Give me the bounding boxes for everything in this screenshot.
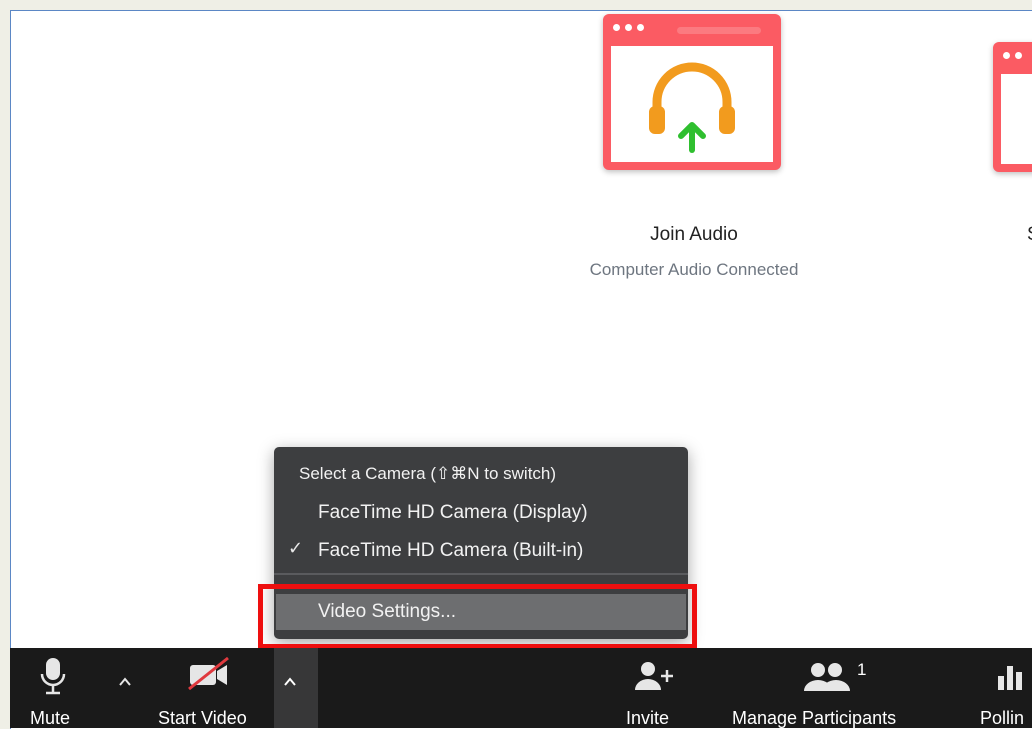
participants-icon (804, 663, 850, 691)
join-audio-title[interactable]: Join Audio (551, 224, 837, 246)
card-inner (1001, 74, 1032, 164)
polling-icon (998, 666, 1022, 690)
window-dots (613, 24, 644, 31)
invite-button[interactable]: Invite (616, 648, 686, 728)
window-dots (1003, 52, 1022, 59)
manage-participants-button[interactable]: 1 Manage Participants (726, 648, 926, 728)
second-card-title: S (1027, 224, 1032, 246)
headphones-icon (649, 62, 735, 153)
camera-option-display[interactable]: FaceTime HD Camera (Display) (318, 502, 588, 524)
checkmark-icon: ✓ (288, 538, 304, 558)
participant-count-badge: 1 (857, 660, 867, 679)
add-person-icon (635, 662, 673, 690)
camera-option-built-in[interactable]: FaceTime HD Camera (Built-in) (318, 540, 583, 562)
mute-button[interactable]: Mute (10, 648, 96, 728)
video-options-caret-bg[interactable] (274, 648, 318, 728)
annotation-highlight-box (258, 584, 697, 649)
polling-label: Pollin (980, 708, 1025, 728)
invite-label: Invite (626, 708, 670, 728)
menu-divider (274, 573, 688, 575)
join-audio-status: Computer Audio Connected (589, 260, 799, 279)
mute-label: Mute (30, 708, 71, 728)
chevron-up-icon[interactable] (119, 676, 131, 688)
video-off-icon (188, 656, 229, 690)
manage-participants-label: Manage Participants (732, 708, 897, 728)
share-screen-card[interactable] (993, 42, 1032, 172)
card-inner (611, 46, 773, 162)
join-audio-card[interactable] (603, 14, 781, 170)
start-video-button[interactable]: Start Video (150, 648, 270, 728)
chevron-up-icon[interactable] (284, 676, 296, 688)
card-title-bar (677, 27, 761, 34)
camera-menu-header: Select a Camera (⇧⌘N to switch) (299, 464, 557, 483)
start-video-label: Start Video (158, 708, 247, 728)
meeting-toolbar: Mute Start Video Invite 1 Manage Partici… (10, 648, 1032, 728)
polling-button[interactable]: Pollin (976, 648, 1032, 728)
up-arrow-icon (678, 122, 706, 153)
microphone-icon (40, 658, 66, 695)
